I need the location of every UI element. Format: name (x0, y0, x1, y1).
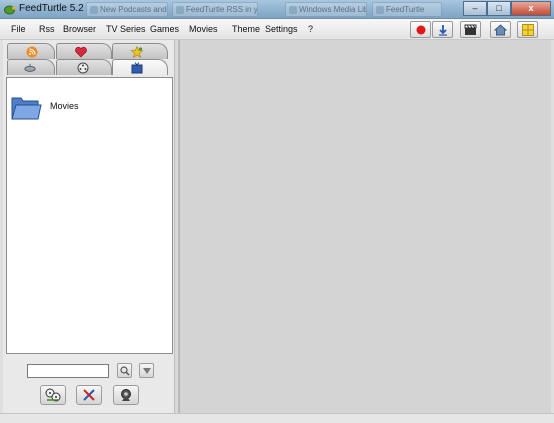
maximize-button[interactable]: □ (487, 1, 511, 16)
menu-theme[interactable]: Theme (232, 24, 260, 34)
webcam-button[interactable] (113, 385, 139, 405)
webcam-icon (121, 389, 131, 401)
taskbar-item[interactable]: New Podcasts and... (86, 2, 168, 17)
search-input[interactable] (27, 364, 109, 378)
tab-favorites[interactable] (56, 43, 112, 59)
record-icon (416, 25, 425, 34)
title-bar: FeedTurtle 5.2 New Podcasts and... FeedT… (0, 0, 554, 19)
film-reels-button[interactable] (40, 385, 66, 405)
taskbar-item[interactable]: FeedTurtle RSS in yo... (172, 2, 258, 17)
satellite-icon (24, 63, 36, 72)
tab-rss[interactable] (7, 43, 55, 59)
home-button[interactable] (490, 21, 511, 38)
tools-icon (83, 389, 95, 401)
download-button[interactable] (432, 21, 453, 38)
tv-icon (131, 62, 143, 74)
turtle-app-icon (4, 5, 16, 15)
menu-browser[interactable]: Browser (63, 24, 96, 34)
clapperboard-icon (464, 24, 477, 35)
film-reels-icon (45, 388, 61, 402)
tools-button[interactable] (76, 385, 102, 405)
clapperboard-button[interactable] (460, 21, 481, 38)
search-button[interactable] (117, 363, 132, 378)
window-title: FeedTurtle 5.2 (19, 3, 84, 14)
dropdown-button[interactable] (139, 363, 154, 378)
star-icon (131, 46, 143, 58)
chevron-down-icon (142, 367, 151, 374)
window-controls: – □ x (463, 1, 551, 17)
status-strip (0, 413, 554, 423)
minimize-button[interactable]: – (463, 1, 487, 16)
tab-satellite[interactable] (7, 59, 55, 75)
taskbar-item[interactable]: FeedTurtle (372, 2, 442, 17)
menu-settings[interactable]: Settings (265, 24, 298, 34)
menu-file[interactable]: File (11, 24, 26, 34)
tree-item-label[interactable]: Movies (50, 101, 79, 111)
record-button[interactable] (410, 21, 431, 38)
close-button[interactable]: x (511, 1, 551, 16)
tab-starred[interactable] (112, 43, 168, 59)
grid-button[interactable] (517, 21, 538, 38)
search-icon (119, 365, 129, 375)
main-content-area (179, 40, 551, 413)
taskbar-item[interactable]: Windows Media Lib... (285, 2, 367, 17)
rss-feed-icon (26, 46, 38, 58)
heart-icon (75, 46, 87, 58)
download-icon (438, 24, 447, 36)
tab-film[interactable] (56, 59, 112, 75)
menu-games[interactable]: Games (150, 24, 179, 34)
grid-icon (521, 23, 534, 36)
film-reel-icon (77, 62, 89, 74)
home-icon (494, 23, 507, 35)
menu-help[interactable]: ? (308, 24, 313, 34)
feed-tree[interactable]: Movies (6, 77, 173, 354)
menu-bar: File Rss Browser TV Series Games Movies … (0, 19, 554, 40)
menu-tv-series[interactable]: TV Series (106, 24, 146, 34)
folder-icon (11, 97, 42, 120)
menu-movies[interactable]: Movies (189, 24, 218, 34)
menu-rss[interactable]: Rss (39, 24, 55, 34)
tab-tv[interactable] (112, 59, 168, 75)
